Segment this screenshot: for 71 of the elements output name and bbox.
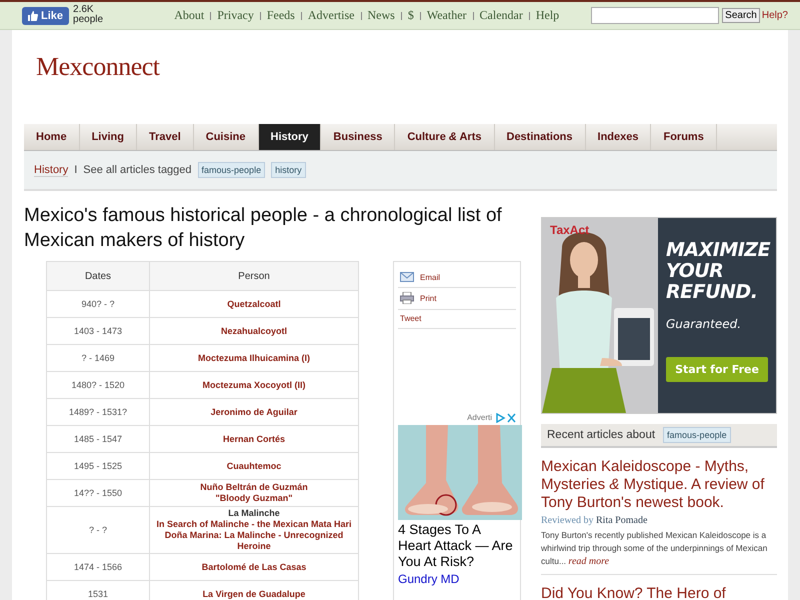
nav-tab[interactable]: Living — [80, 124, 137, 150]
table-cell: 1489? - 1531? — [46, 398, 150, 426]
article-summary: Tony Burton's recently published Mexican Kaleidoscope is a whirlwind trip through some of the underpinnings of Mexican cultu... read more — [541, 529, 777, 575]
top-link[interactable]: News — [368, 8, 395, 23]
top-link[interactable]: Advertise — [308, 8, 355, 23]
like-unit: people — [73, 14, 104, 24]
table-cell: 1480? - 1520 — [46, 372, 150, 398]
person-link[interactable]: "Bloody Guzman" — [154, 493, 354, 504]
person-link[interactable]: Doña Marina: La Malinche - Unrecognized Heroine — [154, 530, 354, 552]
ad-choices-icon[interactable] — [496, 413, 516, 423]
top-link[interactable]: Calendar — [480, 8, 523, 23]
ad-brand: TaxAct — [550, 223, 590, 237]
top-link[interactable]: About — [174, 8, 204, 23]
ad-headline: MAXIMIZE YOUR REFUND. — [666, 240, 768, 303]
ad-subline: Guaranteed. — [666, 317, 742, 331]
author-link[interactable]: Rita Pomade — [596, 515, 648, 526]
table-cell: 940? - ? — [46, 290, 150, 318]
tag-link[interactable]: history — [271, 162, 306, 178]
like-button[interactable]: Like — [22, 6, 70, 24]
ad-source-link[interactable]: Gundry MD — [398, 572, 460, 586]
tag-link[interactable]: famous-people — [663, 427, 731, 443]
table-cell: 14?? - 1550 — [46, 480, 150, 506]
table-cell: ? - 1469 — [46, 344, 150, 372]
ad-headline[interactable]: 4 Stages To A Heart Attack — Are You At Risk? — [398, 522, 516, 570]
envelope-icon — [400, 272, 414, 282]
search-field[interactable] — [591, 7, 720, 24]
top-link[interactable]: Help — [536, 8, 560, 23]
thumbs-up-icon — [28, 10, 38, 20]
table-cell: ? - ? — [46, 506, 150, 554]
tagged-label: See all articles tagged — [83, 164, 192, 176]
nav-tab[interactable]: History — [258, 124, 322, 150]
share-link[interactable]: Print — [420, 294, 436, 302]
breadcrumb-link[interactable]: History — [34, 164, 68, 176]
ad-banner[interactable]: TaxAct MAXIMIZE YOUR REFUND. Guaranteed. Start for Free — [541, 217, 777, 414]
top-link[interactable]: Privacy — [217, 8, 254, 23]
share-link[interactable]: Email — [420, 272, 440, 282]
read-more-link[interactable]: read more — [568, 556, 610, 567]
nav-tab[interactable]: Business — [321, 124, 396, 150]
person-link[interactable]: Nuño Beltrán de Guzmán — [154, 482, 354, 493]
article-title: Mexico's famous historical people - a chronological list of Mexican makers of history — [24, 204, 503, 253]
share-link[interactable]: Tweet — [400, 314, 422, 323]
printer-icon — [400, 292, 414, 304]
table-cell: 1495 - 1525 — [46, 452, 150, 480]
top-link[interactable]: Weather — [426, 8, 467, 23]
table-cell: 1531 — [46, 580, 150, 600]
column-header: Person — [150, 262, 358, 290]
byline-label: Reviewed by — [541, 515, 594, 526]
nav-tab[interactable]: Culture & Arts — [395, 124, 494, 150]
nav-tab[interactable]: Forums — [651, 124, 717, 150]
article-link[interactable]: Mexican Kaleidoscope - Myths, Mysteries & Mystique. A review of Tony Burton's newest book. — [541, 458, 777, 512]
search-button[interactable]: Search — [722, 8, 760, 23]
help-link[interactable]: Help? — [762, 10, 788, 21]
site-logo[interactable]: Mexconnect — [12, 30, 788, 100]
top-link[interactable]: $ — [408, 8, 414, 23]
nav-tab[interactable]: Home — [24, 124, 80, 150]
like-count: 2.6K — [73, 4, 95, 14]
table-cell: 1474 - 1566 — [46, 554, 150, 580]
recent-heading: Recent articles about — [547, 429, 656, 441]
table-cell: 1485 - 1547 — [46, 426, 150, 452]
article-link[interactable]: Did You Know? The Hero of — [541, 585, 777, 600]
nav-tab[interactable]: Indexes — [586, 124, 652, 150]
person-name: La Malinche — [227, 508, 281, 519]
column-header: Dates — [46, 262, 150, 290]
ad-label: Adverti — [467, 413, 492, 422]
nav-tab[interactable]: Destinations — [494, 124, 586, 150]
nav-tab[interactable]: Travel — [136, 124, 194, 150]
top-link[interactable]: Feeds — [266, 8, 295, 23]
person-link[interactable]: In Search of Malinche - the Mexican Mata Hari — [154, 519, 354, 530]
table-cell: 1403 - 1473 — [46, 318, 150, 344]
tag-link[interactable]: famous-people — [198, 162, 266, 178]
breadcrumb-separator: I — [74, 164, 78, 176]
